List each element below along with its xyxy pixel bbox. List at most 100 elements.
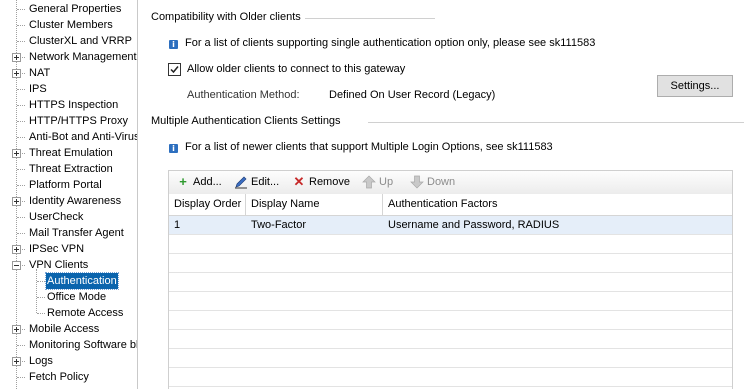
clients-toolbar: + Add... Edit... ✕ Remove Up Down — [168, 170, 733, 195]
tree-line — [37, 297, 45, 298]
clients-grid[interactable]: Display Order Display Name Authenticatio… — [168, 194, 733, 389]
section-divider — [368, 122, 744, 123]
expand-icon[interactable] — [12, 325, 21, 334]
column-header-display-name[interactable]: Display Name — [246, 194, 383, 215]
info-icon: i — [169, 144, 178, 153]
tree-item-general-properties[interactable]: General Properties — [0, 1, 137, 17]
tree-item-http-https-proxy[interactable]: HTTP/HTTPS Proxy — [0, 113, 137, 129]
up-button[interactable]: Up — [362, 174, 400, 190]
tree-item-label: Logs — [29, 355, 53, 367]
tree-item-mobile-access[interactable]: Mobile Access — [0, 321, 137, 337]
tree-line — [37, 313, 45, 314]
allow-older-clients-checkbox[interactable] — [168, 63, 181, 76]
tree-item-threat-emulation[interactable]: Threat Emulation — [0, 145, 137, 161]
tree-item-label: Fetch Policy — [29, 371, 89, 383]
tree-item-identity-awareness[interactable]: Identity Awareness — [0, 193, 137, 209]
cell-display-name: Two-Factor — [251, 219, 307, 231]
tree-item-authentication[interactable]: Authentication — [0, 272, 137, 290]
settings-button[interactable]: Settings... — [657, 75, 733, 97]
tree-item-fetch-policy[interactable]: Fetch Policy — [0, 369, 137, 385]
pencil-icon — [234, 174, 248, 190]
tree-item-label: Anti-Bot and Anti-Virus — [29, 131, 138, 143]
tree-line — [36, 269, 37, 313]
tree-item-clusterxl-and-vrrp[interactable]: ClusterXL and VRRP — [0, 33, 137, 49]
tree-item-label: UserCheck — [29, 211, 84, 223]
tree-item-label: Monitoring Software bla — [29, 339, 138, 351]
section-divider — [305, 18, 435, 19]
tree-item-label: Identity Awareness — [29, 195, 122, 207]
empty-row — [169, 330, 732, 349]
tree-item-remote-access[interactable]: Remote Access — [0, 305, 137, 321]
tree-item-ips[interactable]: IPS — [0, 81, 137, 97]
tree-line — [17, 137, 25, 138]
auth-method-label: Authentication Method: — [187, 89, 300, 101]
expand-icon[interactable] — [12, 197, 21, 206]
grid-header: Display Order Display Name Authenticatio… — [169, 194, 732, 216]
tree-item-office-mode[interactable]: Office Mode — [0, 289, 137, 305]
tree-item-network-management[interactable]: Network Management — [0, 49, 137, 65]
tree-item-label: Remote Access — [47, 307, 124, 319]
tree-item-label: Cluster Members — [29, 19, 113, 31]
tree-line — [17, 25, 25, 26]
tree-item-label: NAT — [29, 67, 51, 79]
tree-item-label: HTTP/HTTPS Proxy — [29, 115, 129, 127]
tree-item-label: Network Management — [29, 51, 137, 63]
tree-item-label: Mobile Access — [29, 323, 100, 335]
tree-item-monitoring-software-bla[interactable]: Monitoring Software bla — [0, 337, 137, 353]
empty-row — [169, 235, 732, 254]
column-header-auth-factors[interactable]: Authentication Factors — [383, 194, 732, 215]
tree-line — [17, 345, 25, 346]
expand-icon[interactable] — [12, 69, 21, 78]
tree-line — [17, 89, 25, 90]
up-arrow-icon — [362, 174, 376, 190]
remove-button[interactable]: ✕ Remove — [292, 174, 352, 190]
tree-item-label: HTTPS Inspection — [29, 99, 119, 111]
tree-item-threat-extraction[interactable]: Threat Extraction — [0, 161, 137, 177]
x-icon: ✕ — [293, 174, 305, 189]
cell-auth-factors: Username and Password, RADIUS — [388, 219, 560, 231]
tree-item-label: Platform Portal — [29, 179, 102, 191]
expand-icon[interactable] — [12, 149, 21, 158]
tree-item-platform-portal[interactable]: Platform Portal — [0, 177, 137, 193]
empty-row — [169, 292, 732, 311]
auth-method-value: Defined On User Record (Legacy) — [329, 89, 496, 101]
down-arrow-icon — [410, 174, 424, 190]
tree-item-label: General Properties — [29, 3, 122, 15]
settings-tree[interactable]: General Properties Cluster Members Cluster… — [0, 0, 138, 389]
tree-item-cluster-members[interactable]: Cluster Members — [0, 17, 137, 33]
up-label: Up — [379, 176, 394, 188]
tree-item-nat[interactable]: NAT — [0, 65, 137, 81]
remove-label: Remove — [309, 176, 350, 188]
tree-item-label: VPN Clients — [29, 259, 89, 271]
tree-line — [17, 105, 25, 106]
tree-item-logs[interactable]: Logs — [0, 353, 137, 369]
empty-row — [169, 368, 732, 387]
tree-item-label: Threat Emulation — [29, 147, 113, 159]
down-label: Down — [427, 176, 456, 188]
add-button[interactable]: + Add... — [176, 174, 224, 190]
table-row[interactable]: 1 Two-Factor Username and Password, RADI… — [169, 216, 732, 235]
tree-item-label: IPSec VPN — [29, 243, 85, 255]
collapse-icon[interactable] — [12, 261, 21, 270]
tree-item-anti-bot-and-anti-virus[interactable]: Anti-Bot and Anti-Virus — [0, 129, 137, 145]
down-button[interactable]: Down — [410, 174, 462, 190]
empty-row — [169, 254, 732, 273]
empty-row — [169, 311, 732, 330]
tree-line — [17, 233, 25, 234]
tree-item-mail-transfer-agent[interactable]: Mail Transfer Agent — [0, 225, 137, 241]
tree-line — [17, 41, 25, 42]
column-header-display-order[interactable]: Display Order — [169, 194, 246, 215]
expand-icon[interactable] — [12, 245, 21, 254]
expand-icon[interactable] — [12, 357, 21, 366]
tree-item-ipsec-vpn[interactable]: IPSec VPN — [0, 241, 137, 257]
allow-older-clients-label[interactable]: Allow older clients to connect to this g… — [187, 63, 405, 75]
tree-item-label: Threat Extraction — [29, 163, 113, 175]
tree-item-usercheck[interactable]: UserCheck — [0, 209, 137, 225]
tree-line — [37, 281, 45, 282]
tree-item-https-inspection[interactable]: HTTPS Inspection — [0, 97, 137, 113]
edit-button[interactable]: Edit... — [234, 174, 284, 190]
expand-icon[interactable] — [12, 53, 21, 62]
multi-info-text: For a list of newer clients that support… — [185, 141, 553, 153]
tree-item-vpn-clients[interactable]: VPN Clients — [0, 257, 137, 273]
add-label: Add... — [193, 176, 222, 188]
